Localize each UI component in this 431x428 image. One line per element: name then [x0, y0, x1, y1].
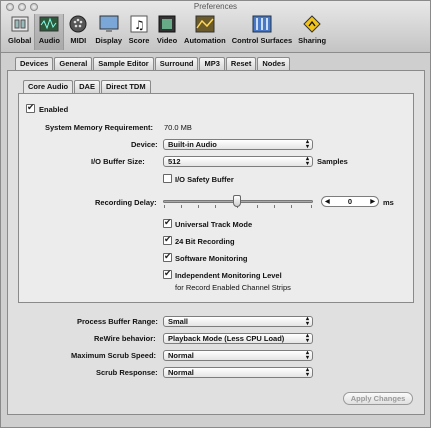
score-icon: ♫ [128, 14, 150, 34]
delay-unit: ms [383, 198, 394, 207]
recording-delay-value: 0 [347, 197, 353, 206]
scrub-response-value: Normal [168, 368, 194, 377]
toolbar-score[interactable]: ♫ Score [125, 14, 153, 50]
toolbar-audio[interactable]: Audio [34, 14, 65, 50]
scrub-response-label: Scrub Response: [96, 368, 158, 377]
process-buffer-popup[interactable]: Small ▴ ▾ [163, 316, 313, 327]
tab-core-audio[interactable]: Core Audio [23, 80, 74, 93]
tab-reset[interactable]: Reset [225, 57, 257, 70]
popup-arrows-icon: ▴ ▾ [305, 367, 309, 378]
enabled-label: Enabled [39, 105, 69, 114]
scrub-response-popup[interactable]: Normal ▴ ▾ [163, 367, 313, 378]
io-safety-checkbox[interactable] [163, 174, 172, 183]
recording-delay-label: Recording Delay: [95, 198, 157, 207]
memory-value: 70.0 MB [164, 123, 192, 132]
recording-delay-stepper[interactable]: ◀ 0 ▶ [321, 196, 379, 207]
recording-delay-knob[interactable] [233, 195, 241, 207]
process-buffer-value: Small [168, 317, 189, 326]
apply-changes-button[interactable]: Apply Changes [343, 392, 413, 405]
toolbar: Global Audio MIDI Display ♫ Score Video … [5, 14, 329, 50]
buffer-value: 512 [168, 157, 181, 166]
independent-monitoring-label: Independent Monitoring Level [175, 271, 282, 280]
toolbar-sharing[interactable]: Sharing [295, 14, 329, 50]
independent-monitoring-checkbox[interactable] [163, 268, 172, 279]
slider-tick [164, 205, 165, 208]
tab-devices[interactable]: Devices [15, 57, 54, 70]
preferences-tabs: Devices General Sample Editor Surround M… [15, 57, 291, 70]
toolbar-automation[interactable]: Automation [181, 14, 229, 50]
midi-icon [67, 14, 89, 34]
tab-general[interactable]: General [54, 57, 93, 70]
global-icon [9, 14, 31, 34]
driver-tabs: Core Audio DAE Direct TDM [23, 80, 152, 93]
24bit-checkbox[interactable] [163, 234, 172, 245]
software-monitoring-checkbox[interactable] [163, 251, 172, 262]
process-buffer-label: Process Buffer Range: [77, 317, 158, 326]
tab-mp3[interactable]: MP3 [199, 57, 225, 70]
tab-nodes[interactable]: Nodes [257, 57, 291, 70]
sharing-icon [301, 14, 323, 34]
24bit-label: 24 Bit Recording [175, 237, 235, 246]
slider-tick [291, 205, 292, 208]
enabled-checkbox[interactable] [26, 102, 35, 113]
scrub-speed-popup[interactable]: Normal ▴ ▾ [163, 350, 313, 361]
universal-track-checkbox[interactable] [163, 217, 172, 228]
scrub-speed-value: Normal [168, 351, 194, 360]
control-surfaces-icon [251, 14, 273, 34]
rewire-popup[interactable]: Playback Mode (Less CPU Load) ▴ ▾ [163, 333, 313, 344]
slider-tick [198, 205, 199, 208]
slider-tick [181, 205, 182, 208]
device-value: Built-in Audio [168, 140, 217, 149]
device-label: Device: [131, 140, 158, 149]
memory-label: System Memory Requirement: [45, 123, 153, 132]
toolbar-control-surfaces[interactable]: Control Surfaces [229, 14, 295, 50]
display-icon [98, 14, 120, 34]
audio-icon [38, 14, 60, 34]
tab-sample-editor[interactable]: Sample Editor [93, 57, 154, 70]
tab-surround[interactable]: Surround [154, 57, 199, 70]
scrub-speed-label: Maximum Scrub Speed: [71, 351, 157, 360]
slider-tick [274, 205, 275, 208]
svg-text:♫: ♫ [134, 18, 145, 32]
popup-arrows-icon: ▴ ▾ [305, 139, 309, 150]
universal-track-label: Universal Track Mode [175, 220, 253, 229]
slider-tick [215, 205, 216, 208]
device-popup[interactable]: Built-in Audio ▴ ▾ [163, 139, 313, 150]
io-safety-label: I/O Safety Buffer [175, 175, 234, 184]
software-monitoring-label: Software Monitoring [175, 254, 248, 263]
tab-dae[interactable]: DAE [74, 80, 100, 93]
popup-arrows-icon: ▴ ▾ [305, 333, 309, 344]
decrement-icon[interactable]: ◀ [325, 197, 330, 207]
buffer-unit: Samples [317, 157, 348, 166]
toolbar-display[interactable]: Display [92, 14, 125, 50]
toolbar-video[interactable]: Video [153, 14, 181, 50]
buffer-popup[interactable]: 512 ▴ ▾ [163, 156, 313, 167]
buffer-label: I/O Buffer Size: [91, 157, 145, 166]
independent-monitoring-sub: for Record Enabled Channel Strips [175, 283, 291, 292]
popup-arrows-icon: ▴ ▾ [305, 316, 309, 327]
rewire-label: ReWire behavior: [94, 334, 156, 343]
rewire-value: Playback Mode (Less CPU Load) [168, 334, 285, 343]
title-bar: Preferences Global Audio MIDI Display ♫ … [1, 1, 430, 53]
slider-tick [311, 205, 312, 208]
popup-arrows-icon: ▴ ▾ [305, 156, 309, 167]
automation-icon [194, 14, 216, 34]
increment-icon[interactable]: ▶ [370, 197, 375, 207]
popup-arrows-icon: ▴ ▾ [305, 350, 309, 361]
toolbar-global[interactable]: Global [5, 14, 34, 50]
slider-tick [257, 205, 258, 208]
toolbar-midi[interactable]: MIDI [64, 14, 92, 50]
tab-direct-tdm[interactable]: Direct TDM [100, 80, 151, 93]
preferences-window: Preferences Global Audio MIDI Display ♫ … [0, 0, 431, 428]
video-icon [156, 14, 178, 34]
window-title: Preferences [193, 2, 238, 11]
